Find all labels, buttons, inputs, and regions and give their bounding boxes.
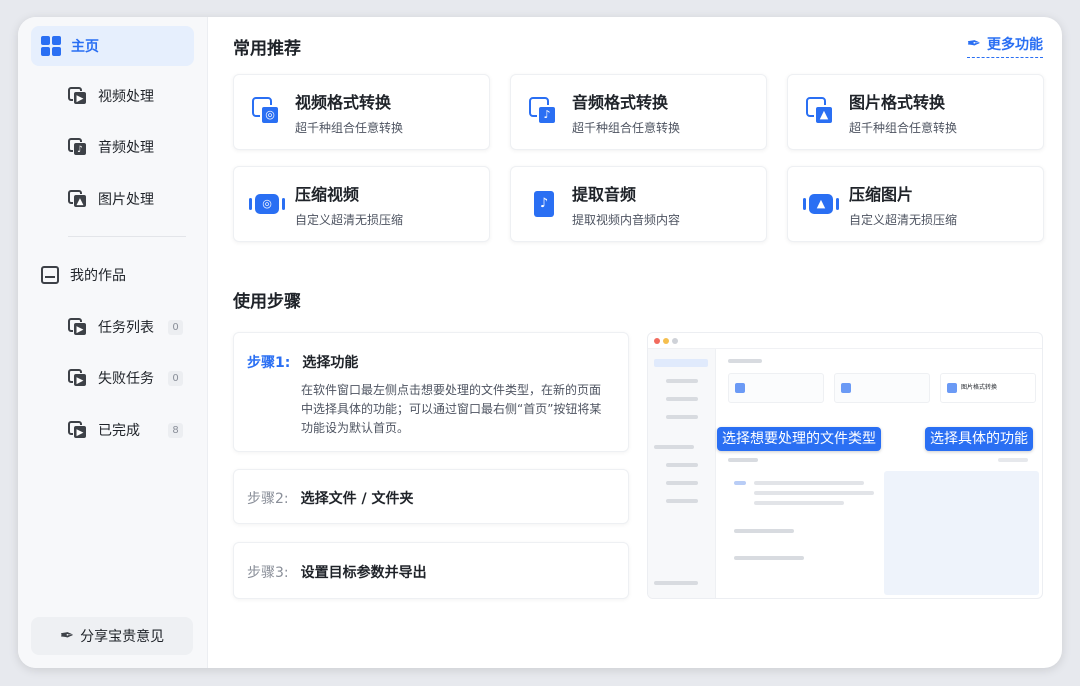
card-title: 压缩图片 <box>849 184 914 204</box>
card-audio-convert[interactable]: ♪ 音频格式转换 超千种组合任意转换 <box>510 74 767 150</box>
sidebar-item-label: 任务列表 <box>98 320 154 336</box>
step-name: 选择文件 / 文件夹 <box>300 491 414 507</box>
preview-label-function: 选择具体的功能 <box>925 427 1033 451</box>
card-title: 压缩视频 <box>295 184 360 204</box>
card-video-compress[interactable]: ◎ 压缩视频 自定义超清无损压缩 <box>233 166 490 242</box>
step-1[interactable]: 步骤1: 选择功能 在软件窗口最左侧点击想要处理的文件类型，在新的页面中选择具体… <box>233 332 629 452</box>
sidebar-item-label: 主页 <box>71 39 99 55</box>
main-content: 常用推荐 ✒ 更多功能 ◎ 视频格式转换 超千种组合任意转换 ♪ 音频格式转换 … <box>208 17 1062 668</box>
card-image-compress[interactable]: ▲ 压缩图片 自定义超清无损压缩 <box>787 166 1044 242</box>
feedback-label: 分享宝贵意见 <box>80 629 165 645</box>
video-file-icon: ▶ <box>68 87 88 105</box>
step-number: 步骤2: <box>247 491 289 507</box>
sidebar-divider <box>68 236 186 237</box>
step-description: 在软件窗口最左侧点击想要处理的文件类型，在新的页面中选择具体的功能；可以通过窗口… <box>301 383 602 435</box>
audio-convert-icon: ♪ <box>529 97 559 127</box>
count-badge: 0 <box>168 319 183 335</box>
image-compress-icon: ▲ <box>803 189 839 219</box>
card-audio-extract[interactable]: ♪ 提取音频 提取视频内音频内容 <box>510 166 767 242</box>
count-badge: 0 <box>168 370 183 386</box>
audio-extract-icon: ♪ <box>529 189 559 219</box>
step-2[interactable]: 步骤2: 选择文件 / 文件夹 <box>233 469 629 524</box>
card-desc: 超千种组合任意转换 <box>572 120 681 135</box>
card-desc: 自定义超清无损压缩 <box>295 212 404 227</box>
card-desc: 超千种组合任意转换 <box>849 120 958 135</box>
recommend-title: 常用推荐 <box>233 39 301 59</box>
sidebar-item-failed-tasks[interactable]: ▶ 失败任务 0 <box>68 366 183 390</box>
sidebar-item-audio[interactable]: ♪ 音频处理 <box>68 135 154 159</box>
sidebar-item-completed[interactable]: ▶ 已完成 8 <box>68 418 183 442</box>
preview-card-title: 图片格式转换 <box>961 384 998 391</box>
step-3[interactable]: 步骤3: 设置目标参数并导出 <box>233 542 629 599</box>
preview-card <box>728 373 824 403</box>
card-desc: 超千种组合任意转换 <box>295 120 404 135</box>
sidebar-item-label: 图片处理 <box>98 192 154 208</box>
preview-sidebar <box>648 349 716 598</box>
feather-pen-icon: ✒ <box>59 626 75 646</box>
count-badge: 8 <box>168 422 183 438</box>
card-title: 提取音频 <box>572 184 637 204</box>
card-title: 音频格式转换 <box>572 92 669 112</box>
sidebar-item-my-works[interactable]: 我的作品 <box>41 263 126 287</box>
failed-task-icon: ▶ <box>68 369 88 387</box>
card-desc: 提取视频内音频内容 <box>572 212 681 227</box>
sidebar-item-label: 已完成 <box>98 423 140 439</box>
card-title: 图片格式转换 <box>849 92 946 112</box>
card-video-convert[interactable]: ◎ 视频格式转换 超千种组合任意转换 <box>233 74 490 150</box>
card-image-convert[interactable]: ▲ 图片格式转换 超千种组合任意转换 <box>787 74 1044 150</box>
more-features-label: 更多功能 <box>987 37 1043 53</box>
video-convert-icon: ◎ <box>252 97 282 127</box>
sidebar-item-home[interactable]: 主页 <box>31 26 194 66</box>
sidebar-item-video[interactable]: ▶ 视频处理 <box>68 84 154 108</box>
sidebar-item-label: 音频处理 <box>98 140 154 156</box>
preview-card <box>834 373 930 403</box>
sidebar-item-label: 失败任务 <box>98 371 154 387</box>
step-number: 步骤3: <box>247 565 289 581</box>
more-features-link[interactable]: ✒ 更多功能 <box>966 34 1043 58</box>
preview-titlebar <box>648 333 1042 349</box>
sidebar-item-image[interactable]: ▲ 图片处理 <box>68 187 154 211</box>
step-number: 步骤1: <box>247 355 291 371</box>
feather-pen-icon: ✒ <box>966 34 981 54</box>
video-compress-icon: ◎ <box>249 189 285 219</box>
audio-file-icon: ♪ <box>68 138 88 156</box>
card-title: 视频格式转换 <box>295 92 392 112</box>
home-grid-icon <box>41 36 61 56</box>
image-file-icon: ▲ <box>68 190 88 208</box>
preview-card: 图片格式转换 <box>940 373 1036 403</box>
app-window: 主页 ▶ 视频处理 ♪ 音频处理 ▲ 图片处理 我的作品 ▶ 任务列表 0 ▶ … <box>18 17 1062 668</box>
feedback-button[interactable]: ✒ 分享宝贵意见 <box>31 617 193 655</box>
step-preview-image: 图片格式转换 选择想要处理的文件类型 选择具体的功能 <box>647 332 1043 599</box>
preview-label-file-type: 选择想要处理的文件类型 <box>717 427 881 451</box>
completed-task-icon: ▶ <box>68 421 88 439</box>
step-name: 设置目标参数并导出 <box>300 565 427 581</box>
sidebar-item-label: 我的作品 <box>70 268 126 284</box>
sidebar-item-label: 视频处理 <box>98 89 154 105</box>
steps-title: 使用步骤 <box>233 292 301 312</box>
step-name: 选择功能 <box>302 355 359 371</box>
task-list-icon: ▶ <box>68 318 88 336</box>
card-desc: 自定义超清无损压缩 <box>849 212 958 227</box>
inbox-icon <box>41 266 59 284</box>
sidebar-item-task-list[interactable]: ▶ 任务列表 0 <box>68 315 183 339</box>
image-convert-icon: ▲ <box>806 97 836 127</box>
sidebar: 主页 ▶ 视频处理 ♪ 音频处理 ▲ 图片处理 我的作品 ▶ 任务列表 0 ▶ … <box>18 17 208 668</box>
